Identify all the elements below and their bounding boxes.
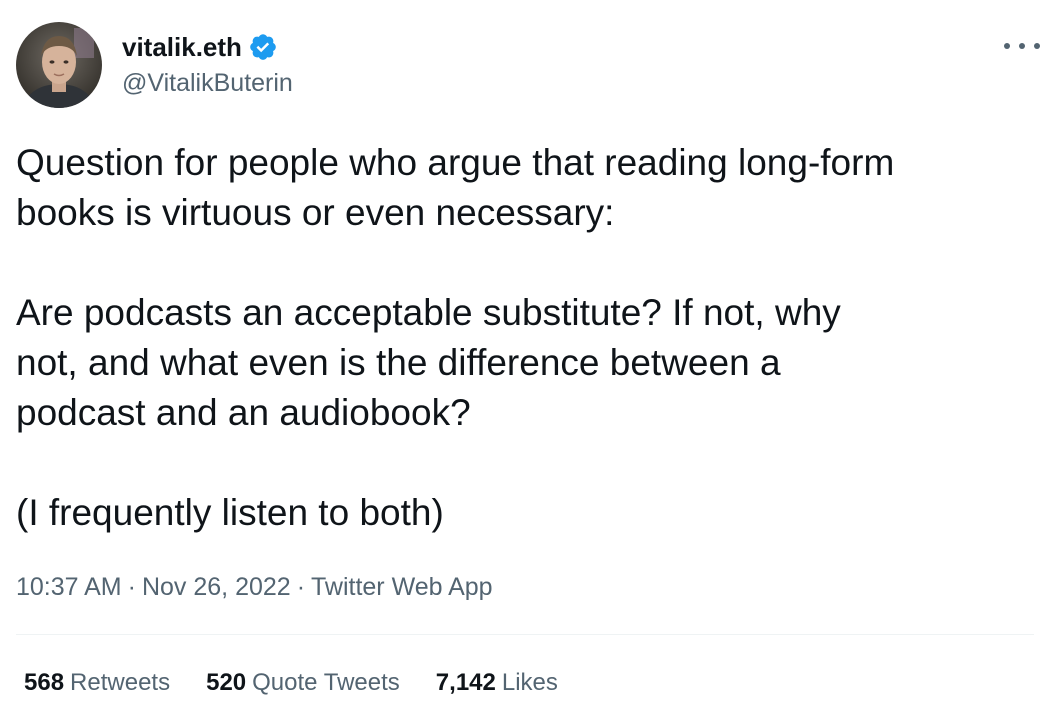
display-name[interactable]: vitalik.eth	[122, 30, 242, 64]
tweet-paragraph: (I frequently listen to both)	[16, 492, 444, 533]
quote-tweets-count: 520	[206, 669, 247, 696]
tweet-paragraph: Are podcasts an acceptable substitute? I…	[16, 292, 841, 433]
tweet-date[interactable]: Nov 26, 2022	[142, 573, 291, 601]
tweet-header: vitalik.eth @VitalikButerin	[16, 22, 1042, 110]
tweet-time[interactable]: 10:37 AM	[16, 573, 122, 601]
tweet-meta: 10:37 AM · Nov 26, 2022 · Twitter Web App	[16, 570, 493, 604]
likes-label: Likes	[501, 669, 558, 696]
tweet-card: vitalik.eth @VitalikButerin Question for…	[0, 0, 1058, 722]
author-handle[interactable]: @VitalikButerin	[122, 66, 293, 100]
more-dots-icon[interactable]	[1004, 36, 1040, 56]
tweet-source[interactable]: Twitter Web App	[311, 573, 493, 601]
quote-tweets-label: Quote Tweets	[252, 669, 400, 696]
avatar-image	[16, 22, 102, 108]
quote-tweets-stat[interactable]: 520 Quote Tweets	[206, 666, 400, 700]
tweet-text: Question for people who argue that readi…	[16, 138, 1026, 538]
retweets-label: Retweets	[70, 669, 171, 696]
avatar[interactable]	[16, 22, 102, 108]
tweet-paragraph: Question for people who argue that readi…	[16, 142, 895, 233]
meta-separator: ·	[296, 573, 306, 601]
tweet-stats: 568 Retweets 520 Quote Tweets 7,142 Likes	[24, 666, 594, 700]
meta-separator: ·	[127, 573, 136, 601]
likes-stat[interactable]: 7,142 Likes	[436, 666, 558, 700]
retweets-stat[interactable]: 568 Retweets	[24, 666, 170, 700]
divider	[16, 634, 1034, 635]
likes-count: 7,142	[435, 669, 496, 696]
retweets-count: 568	[24, 669, 65, 696]
display-name-row: vitalik.eth	[122, 30, 293, 64]
author-names: vitalik.eth @VitalikButerin	[122, 30, 293, 100]
verified-badge-icon	[248, 32, 278, 62]
